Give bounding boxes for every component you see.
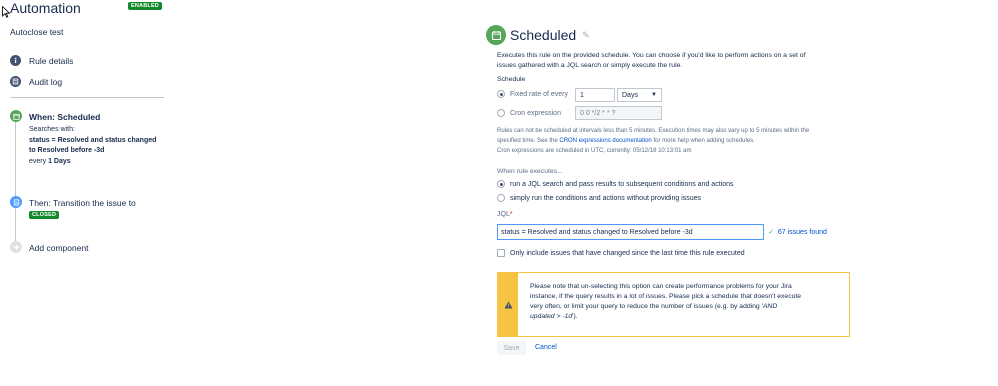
schedule-label: Schedule bbox=[497, 76, 526, 83]
trigger-jql-line2: to Resolved before -3d bbox=[29, 147, 105, 154]
trigger-step-details: Searches with: status = Resolved and sta… bbox=[29, 125, 156, 167]
interval-unit-value: Days bbox=[622, 91, 638, 99]
warning-line-3: very often, or limit your query to reduc… bbox=[530, 302, 801, 312]
save-button[interactable]: Save bbox=[497, 341, 526, 355]
only-changed-checkbox[interactable] bbox=[497, 249, 505, 257]
warning-line-4: updated > -1d'). bbox=[530, 312, 801, 322]
scheduled-calendar-icon bbox=[486, 25, 506, 45]
description-line-1: Executes this rule on the provided sched… bbox=[497, 52, 806, 59]
simple-run-option[interactable]: simply run the conditions and actions wi… bbox=[497, 194, 701, 202]
simple-run-radio[interactable] bbox=[497, 194, 505, 202]
mouse-cursor-icon bbox=[2, 6, 10, 18]
fixed-rate-option[interactable]: Fixed rate of every bbox=[497, 90, 568, 98]
panel-description: Executes this rule on the provided sched… bbox=[497, 51, 805, 71]
nav-audit-log-label: Audit log bbox=[29, 76, 63, 87]
schedule-help-text: Rules can not be scheduled at intervals … bbox=[497, 126, 809, 156]
page-title: Automation bbox=[10, 0, 81, 16]
cron-option[interactable]: Cron expression bbox=[497, 109, 561, 117]
cron-expression-input[interactable]: 0 0 */2 * * ? bbox=[575, 106, 662, 120]
trigger-searches-with: Searches with: bbox=[29, 126, 75, 133]
when-executes-label: When rule executes... bbox=[497, 168, 563, 175]
jql-label: JQL* bbox=[497, 211, 513, 218]
edit-pencil-icon[interactable]: ✎ bbox=[582, 30, 590, 41]
closed-status-badge: CLOSED bbox=[29, 211, 60, 219]
trigger-every-label: every bbox=[29, 157, 47, 165]
trigger-frequency: every 1 Days bbox=[29, 157, 156, 168]
add-component-button[interactable]: Add component bbox=[29, 243, 89, 253]
trigger-step-title[interactable]: When: Scheduled bbox=[29, 112, 100, 122]
jql-input[interactable]: status = Resolved and status changed to … bbox=[497, 224, 764, 240]
checkmark-icon: ✓ bbox=[768, 229, 774, 236]
timeline-line bbox=[15, 118, 16, 246]
nav-rule-details-label: Rule details bbox=[29, 55, 74, 66]
help-line-2: specified time. See the CRON expressions… bbox=[497, 136, 809, 146]
warning-line-3-prefix: very often, or limit your query to reduc… bbox=[530, 303, 763, 310]
issues-found-link[interactable]: 67 issues found bbox=[778, 229, 827, 236]
panel-title: Scheduled ✎ bbox=[510, 27, 590, 43]
fixed-rate-label: Fixed rate of every bbox=[510, 90, 568, 98]
calendar-icon[interactable] bbox=[10, 110, 22, 122]
interval-unit-select[interactable]: Days ▼ bbox=[617, 88, 662, 102]
warning-line-3-em: AND bbox=[762, 303, 778, 310]
action-step-title[interactable]: Then: Transition the issue to bbox=[29, 198, 136, 208]
warning-bar bbox=[498, 273, 518, 336]
help-line-2-suffix: for more help when adding schedules. bbox=[653, 138, 755, 144]
description-line-2: issues gathered with a JQL search or sim… bbox=[497, 62, 683, 69]
warning-text: Please note that un-selecting this optio… bbox=[518, 273, 811, 336]
cron-radio[interactable] bbox=[497, 109, 505, 117]
performance-warning: Please note that un-selecting this optio… bbox=[497, 272, 850, 337]
trigger-every-value: 1 Days bbox=[48, 157, 71, 165]
required-marker: * bbox=[509, 211, 513, 218]
audit-log-icon bbox=[10, 76, 21, 87]
run-jql-option[interactable]: run a JQL search and pass results to sub… bbox=[497, 180, 734, 188]
chevron-down-icon: ▼ bbox=[651, 92, 657, 98]
warning-line-1: Please note that un-selecting this optio… bbox=[530, 283, 792, 290]
header: Automation bbox=[10, 0, 81, 16]
panel-title-text: Scheduled bbox=[510, 27, 577, 43]
cron-label: Cron expression bbox=[510, 109, 561, 117]
only-changed-option[interactable]: Only include issues that have changed si… bbox=[497, 249, 745, 257]
warning-line-4-em: updated > -1d bbox=[530, 313, 573, 320]
rule-name: Autoclose test bbox=[10, 27, 64, 37]
run-jql-label: run a JQL search and pass results to sub… bbox=[510, 180, 734, 188]
only-changed-label: Only include issues that have changed si… bbox=[510, 249, 745, 257]
run-jql-radio[interactable] bbox=[497, 180, 505, 188]
warning-icon bbox=[504, 301, 512, 308]
nav-divider bbox=[10, 97, 164, 98]
transition-icon[interactable] bbox=[10, 196, 22, 208]
jql-label-text: JQL bbox=[497, 211, 510, 218]
status-badge: ENABLED bbox=[128, 2, 162, 10]
info-icon bbox=[10, 55, 21, 66]
fixed-rate-radio[interactable] bbox=[497, 90, 505, 98]
cancel-button[interactable]: Cancel bbox=[535, 344, 557, 351]
issues-found[interactable]: ✓ 67 issues found bbox=[768, 228, 827, 237]
warning-line-2: instance, if the query results in a lot … bbox=[530, 293, 802, 300]
nav-rule-details[interactable]: Rule details bbox=[10, 55, 73, 66]
help-line-2-prefix: specified time. See the bbox=[497, 138, 558, 144]
add-icon[interactable] bbox=[10, 241, 22, 253]
trigger-jql-line1: status = Resolved and status changed bbox=[29, 136, 157, 144]
utc-note: Cron expressions are scheduled in UTC, c… bbox=[497, 148, 692, 154]
cron-docs-link[interactable]: CRON expressions documentation bbox=[559, 138, 651, 144]
nav-audit-log[interactable]: Audit log bbox=[10, 76, 62, 87]
help-line-1: Rules can not be scheduled at intervals … bbox=[497, 128, 810, 134]
warning-line-4-suffix: '). bbox=[572, 313, 578, 320]
simple-run-label: simply run the conditions and actions wi… bbox=[510, 194, 702, 202]
fixed-rate-input[interactable]: 1 bbox=[575, 88, 615, 102]
